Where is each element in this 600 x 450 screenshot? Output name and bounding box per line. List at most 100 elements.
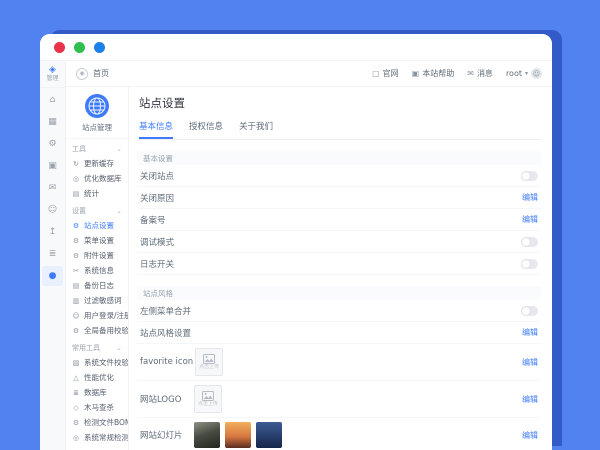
logo-icon: ◈ [49,66,56,75]
sidebar-section-settings[interactable]: 设置 ⌄ [66,204,128,218]
debug-mode-toggle[interactable] [521,237,538,247]
edit-close-reason-link[interactable]: 编辑 [522,192,538,203]
sidebar-item-performance[interactable]: △ 性能优化 [66,370,128,385]
favicon-upload[interactable]: 点击上传 [195,348,223,376]
close-site-toggle[interactable] [521,171,538,181]
apps-icon: ▦ [48,117,57,127]
username: root [506,69,522,78]
user-avatar: ☺ [531,68,542,79]
home-icon: ⌂ [50,95,56,105]
page-title: 站点设置 [139,95,541,111]
topbar-home-link[interactable]: 首页 [93,68,109,79]
user-icon: ☺ [72,312,80,320]
menu-merge-toggle[interactable] [521,306,538,316]
user-menu[interactable]: root ▾ ☺ [506,68,542,79]
zoom-window-button[interactable] [94,42,105,53]
sidebar-item-database[interactable]: ≣ 数据库 [66,385,128,400]
form-row-menu-merge: 左侧菜单合并 [137,300,541,322]
rail-site-management[interactable]: ● [42,266,63,286]
slideshow-thumb-1[interactable] [194,422,220,448]
sidebar-item-attachment-settings[interactable]: ⚙ 附件设置 [66,248,128,263]
gear-icon: ⚙ [72,252,80,260]
topbar-help-link[interactable]: ▣ 本站帮助 [412,68,455,79]
modules-icon: ▣ [48,161,57,171]
edit-style-link[interactable]: 编辑 [522,327,538,338]
sidebar-item-menu-settings[interactable]: ⚙ 菜单设置 [66,233,128,248]
rail-modules[interactable]: ▣ [42,156,63,176]
log-icon: ▤ [72,282,80,290]
sidebar: 站点管理 工具 ⌄ ↻ 更新缓存 ◎ 优化数据库 ▤ 统计 [66,87,129,450]
optimize-icon: ◎ [72,175,80,183]
form-row-debug-mode: 调试模式 [137,231,541,253]
logo-upload[interactable]: 点击上传 [194,385,222,413]
sidebar-item-optimize-db[interactable]: ◎ 优化数据库 [66,171,128,186]
sidebar-item-bom-check[interactable]: ⚙ 检测文件BOM [66,415,128,430]
form-row-favicon: favorite icon 点击上传 编辑 [137,344,541,381]
slideshow-thumb-3[interactable] [256,422,282,448]
sidebar-brand: 站点管理 [66,87,128,139]
bell-icon: ✉ [467,69,474,78]
topbar-official-site-link[interactable]: ▢ 官网 [372,68,399,79]
slideshow-thumbnails [194,422,282,448]
form-row-style-settings: 站点风格设置 编辑 [137,322,541,344]
database-icon: ≣ [49,249,57,259]
edit-logo-link[interactable]: 编辑 [522,394,538,405]
minimize-window-button[interactable] [74,42,85,53]
gear-icon: ⚙ [48,139,56,149]
form-row-log-switch: 日志开关 [137,253,541,275]
message-icon: ✉ [49,183,57,193]
chevron-down-icon: ⌄ [116,145,122,153]
topbar-messages-link[interactable]: ✉ 消息 [467,68,493,79]
edit-slideshow-link[interactable]: 编辑 [522,430,538,441]
image-icon [202,391,214,401]
rail-users[interactable]: ☺ [42,200,63,220]
tools-icon: ✂ [72,267,80,275]
log-switch-toggle[interactable] [521,259,538,269]
icon-rail: ◈ 管理 ⌂ ▦ ⚙ ▣ ✉ ☺ ↥ ≣ ● [40,61,66,450]
gear-icon: ⚙ [72,222,80,230]
rail-settings[interactable]: ⚙ [42,134,63,154]
edit-icp-link[interactable]: 编辑 [522,214,538,225]
tab-license-info[interactable]: 授权信息 [189,116,223,139]
users-icon: ☺ [48,205,57,215]
sidebar-section-tools[interactable]: 工具 ⌄ [66,142,128,156]
edit-favicon-link[interactable]: 编辑 [522,357,538,368]
performance-icon: △ [72,374,80,382]
rail-apps[interactable]: ▦ [42,112,63,132]
sidebar-item-system-check[interactable]: ◎ 系统常规检测 [66,430,128,445]
slideshow-thumb-2[interactable] [225,422,251,448]
sidebar-item-user-login-register[interactable]: ☺ 用户登录/注册… [66,308,128,323]
sidebar-item-backup-log[interactable]: ▤ 备份日志 [66,278,128,293]
sidebar-item-site-settings[interactable]: ⚙ 站点设置 [66,218,128,233]
form-row-logo: 网站LOGO 点击上传 编辑 [137,381,541,418]
sidebar-item-trojan-scan[interactable]: ◇ 木马查杀 [66,400,128,415]
site-icon: ● [49,271,57,281]
sidebar-item-file-check[interactable]: ▧ 系统文件校验 [66,355,128,370]
upload-icon: ↥ [49,227,57,237]
close-window-button[interactable] [54,42,65,53]
tab-basic-info[interactable]: 基本信息 [139,116,173,139]
logo-label: 管理 [46,75,58,82]
stats-icon: ▤ [72,190,80,198]
gear-icon: ⚙ [72,327,80,335]
sidebar-item-global-check[interactable]: ⚙ 全局备用校验 [66,323,128,338]
sidebar-item-statistics[interactable]: ▤ 统计 [66,186,128,201]
sidebar-item-sensitive-words[interactable]: ▥ 过滤敏感词 [66,293,128,308]
chevron-down-icon: ⌄ [116,207,122,215]
gear-icon: ⚙ [72,419,80,427]
sidebar-section-common-tools[interactable]: 常用工具 ⌄ [66,341,128,355]
site-avatar-icon: ◉ [76,68,88,80]
image-icon [203,354,215,364]
section-header-basic: 基本设置 [137,151,541,165]
form-row-slideshow: 网站幻灯片 编辑 [137,418,541,450]
rail-home[interactable]: ⌂ [42,90,63,110]
main-content: 站点设置 基本信息 授权信息 关于我们 基本设置 关闭站点 关闭原因 [129,87,552,450]
rail-messages[interactable]: ✉ [42,178,63,198]
sidebar-item-system-info[interactable]: ✂ 系统信息 [66,263,128,278]
chevron-down-icon: ⌄ [116,344,122,352]
sidebar-item-update-cache[interactable]: ↻ 更新缓存 [66,156,128,171]
rail-database[interactable]: ≣ [42,244,63,264]
chevron-down-icon: ▾ [525,70,528,77]
tab-about-us[interactable]: 关于我们 [239,116,273,139]
rail-upload[interactable]: ↥ [42,222,63,242]
